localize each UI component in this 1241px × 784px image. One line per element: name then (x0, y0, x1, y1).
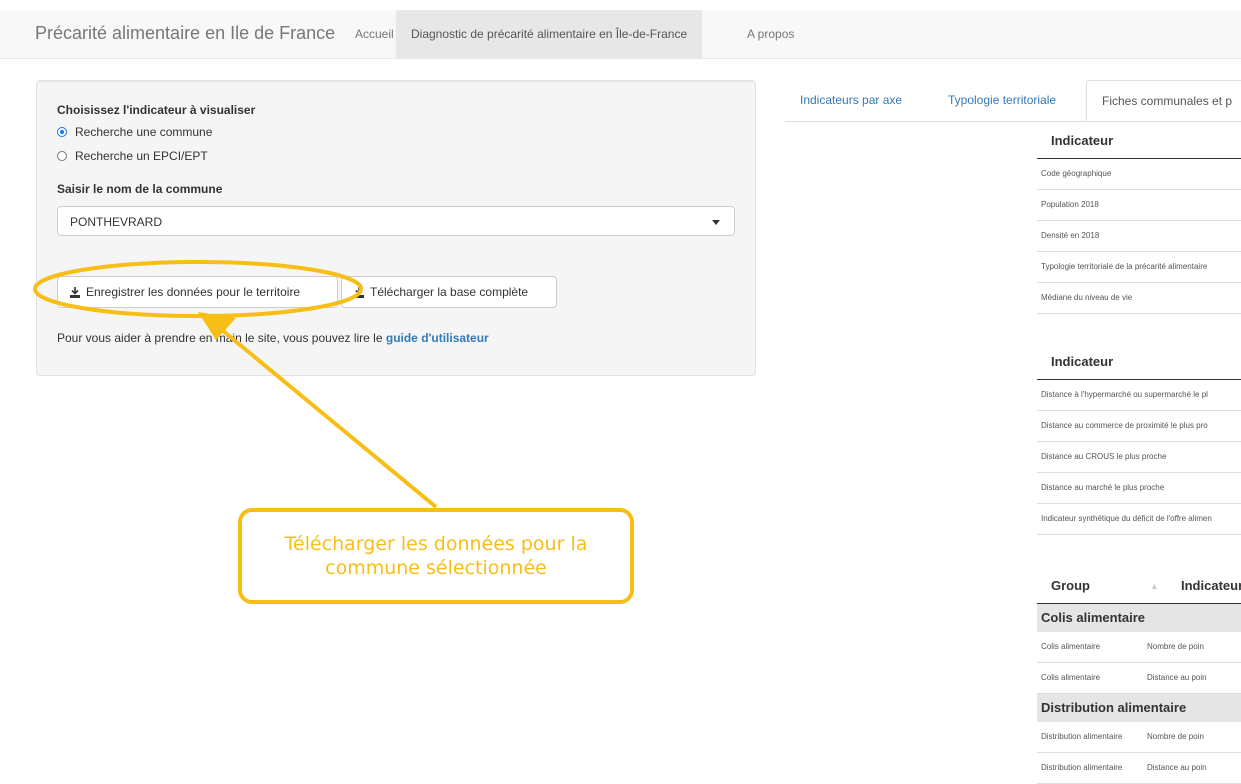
highlight-ellipse (33, 260, 363, 318)
annotation-arrow-line (220, 328, 438, 509)
annotation-callout: Télécharger les données pour la commune … (238, 508, 634, 604)
annotation-overlay (33, 260, 438, 509)
annotation-text: Télécharger les données pour la commune … (284, 533, 588, 579)
